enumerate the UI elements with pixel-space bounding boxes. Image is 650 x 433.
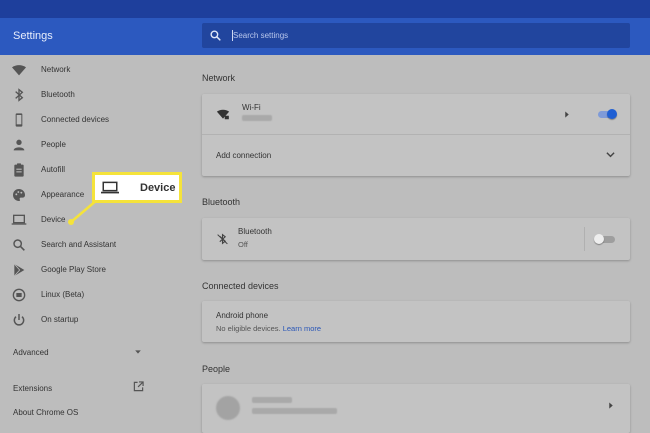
clipboard-icon bbox=[11, 162, 27, 178]
add-connection-row[interactable]: Add connection bbox=[202, 135, 630, 176]
palette-icon bbox=[11, 187, 27, 203]
sidebar-item-network[interactable]: Network bbox=[0, 60, 175, 80]
chevron-right-icon[interactable] bbox=[564, 111, 570, 118]
chevron-right-icon[interactable] bbox=[608, 402, 614, 409]
bluetooth-off-icon bbox=[217, 233, 228, 245]
avatar bbox=[216, 396, 240, 420]
sidebar-item-search-assistant[interactable]: Search and Assistant bbox=[0, 235, 175, 255]
section-title-network: Network bbox=[202, 73, 236, 83]
callout-label: Device bbox=[140, 182, 176, 194]
bluetooth-icon bbox=[11, 87, 27, 103]
sidebar-item-connected-devices[interactable]: Connected devices bbox=[0, 110, 175, 130]
sidebar-item-label: Appearance bbox=[41, 190, 85, 199]
sidebar-item-label: Network bbox=[41, 65, 71, 74]
search-icon bbox=[11, 237, 27, 253]
add-connection-label: Add connection bbox=[216, 151, 272, 160]
chevron-down-icon[interactable] bbox=[134, 348, 142, 356]
linux-icon bbox=[11, 287, 27, 303]
sidebar-item-label: Search and Assistant bbox=[41, 240, 117, 249]
chevron-down-icon[interactable] bbox=[606, 151, 615, 159]
sidebar-item-play-store[interactable]: Google Play Store bbox=[0, 260, 175, 280]
bluetooth-label: Bluetooth bbox=[238, 227, 272, 236]
sidebar-extensions[interactable]: Extensions bbox=[13, 384, 52, 393]
section-title-connected-devices: Connected devices bbox=[202, 281, 279, 291]
toggle-separator bbox=[584, 227, 585, 251]
bluetooth-toggle[interactable] bbox=[594, 233, 620, 245]
phone-icon bbox=[11, 112, 27, 128]
power-icon bbox=[11, 312, 27, 328]
laptop-icon bbox=[11, 212, 27, 228]
sidebar-item-label: Google Play Store bbox=[41, 265, 106, 274]
sidebar-item-people[interactable]: People bbox=[0, 135, 175, 155]
connected-devices-status: No eligible devices. Learn more bbox=[216, 324, 322, 333]
bluetooth-card: Bluetooth Off bbox=[202, 218, 630, 260]
sidebar-item-label: Linux (Beta) bbox=[41, 290, 85, 299]
laptop-icon bbox=[101, 181, 119, 194]
wifi-icon bbox=[216, 109, 230, 120]
sidebar-item-label: Autofill bbox=[41, 165, 66, 174]
sidebar-item-label: Device bbox=[41, 215, 66, 224]
sidebar-item-label: On startup bbox=[41, 315, 79, 324]
title-strip bbox=[0, 0, 650, 18]
play-store-icon bbox=[11, 262, 27, 278]
wifi-toggle[interactable] bbox=[594, 108, 620, 120]
android-phone-label: Android phone bbox=[216, 311, 269, 320]
sidebar-item-on-startup[interactable]: On startup bbox=[0, 310, 175, 330]
wifi-network-name-redacted bbox=[242, 115, 272, 121]
sidebar-item-bluetooth[interactable]: Bluetooth bbox=[0, 85, 175, 105]
person-icon bbox=[11, 137, 27, 153]
sidebar-item-device[interactable]: Device bbox=[0, 210, 175, 230]
search-box[interactable] bbox=[202, 23, 630, 48]
people-card[interactable] bbox=[202, 384, 630, 433]
sidebar-item-label: People bbox=[41, 140, 66, 149]
sidebar-item-label: Connected devices bbox=[41, 115, 110, 124]
open-in-new-icon[interactable] bbox=[133, 381, 144, 392]
learn-more-link[interactable]: Learn more bbox=[283, 324, 321, 333]
section-title-bluetooth: Bluetooth bbox=[202, 197, 241, 207]
account-name-redacted bbox=[252, 397, 292, 403]
wifi-row[interactable]: Wi-Fi bbox=[202, 94, 630, 134]
top-bar: Settings bbox=[0, 18, 650, 55]
search-icon bbox=[210, 30, 221, 41]
sidebar-item-linux[interactable]: Linux (Beta) bbox=[0, 285, 175, 305]
network-card: Wi-Fi Add connection bbox=[202, 94, 630, 176]
account-email-redacted bbox=[252, 408, 337, 414]
search-input[interactable] bbox=[233, 27, 613, 44]
sidebar-advanced[interactable]: Advanced bbox=[13, 348, 49, 357]
sidebar: Network Bluetooth Connected devices Peop… bbox=[0, 55, 185, 433]
wifi-icon bbox=[11, 62, 27, 78]
section-title-people: People bbox=[202, 364, 231, 374]
connected-devices-card[interactable]: Android phone No eligible devices. Learn… bbox=[202, 301, 630, 342]
device-callout: Device bbox=[92, 172, 182, 203]
sidebar-about[interactable]: About Chrome OS bbox=[13, 408, 78, 417]
wifi-label: Wi-Fi bbox=[242, 103, 261, 112]
bluetooth-status: Off bbox=[238, 240, 248, 249]
sidebar-item-label: Bluetooth bbox=[41, 90, 75, 99]
app-title: Settings bbox=[13, 30, 53, 42]
